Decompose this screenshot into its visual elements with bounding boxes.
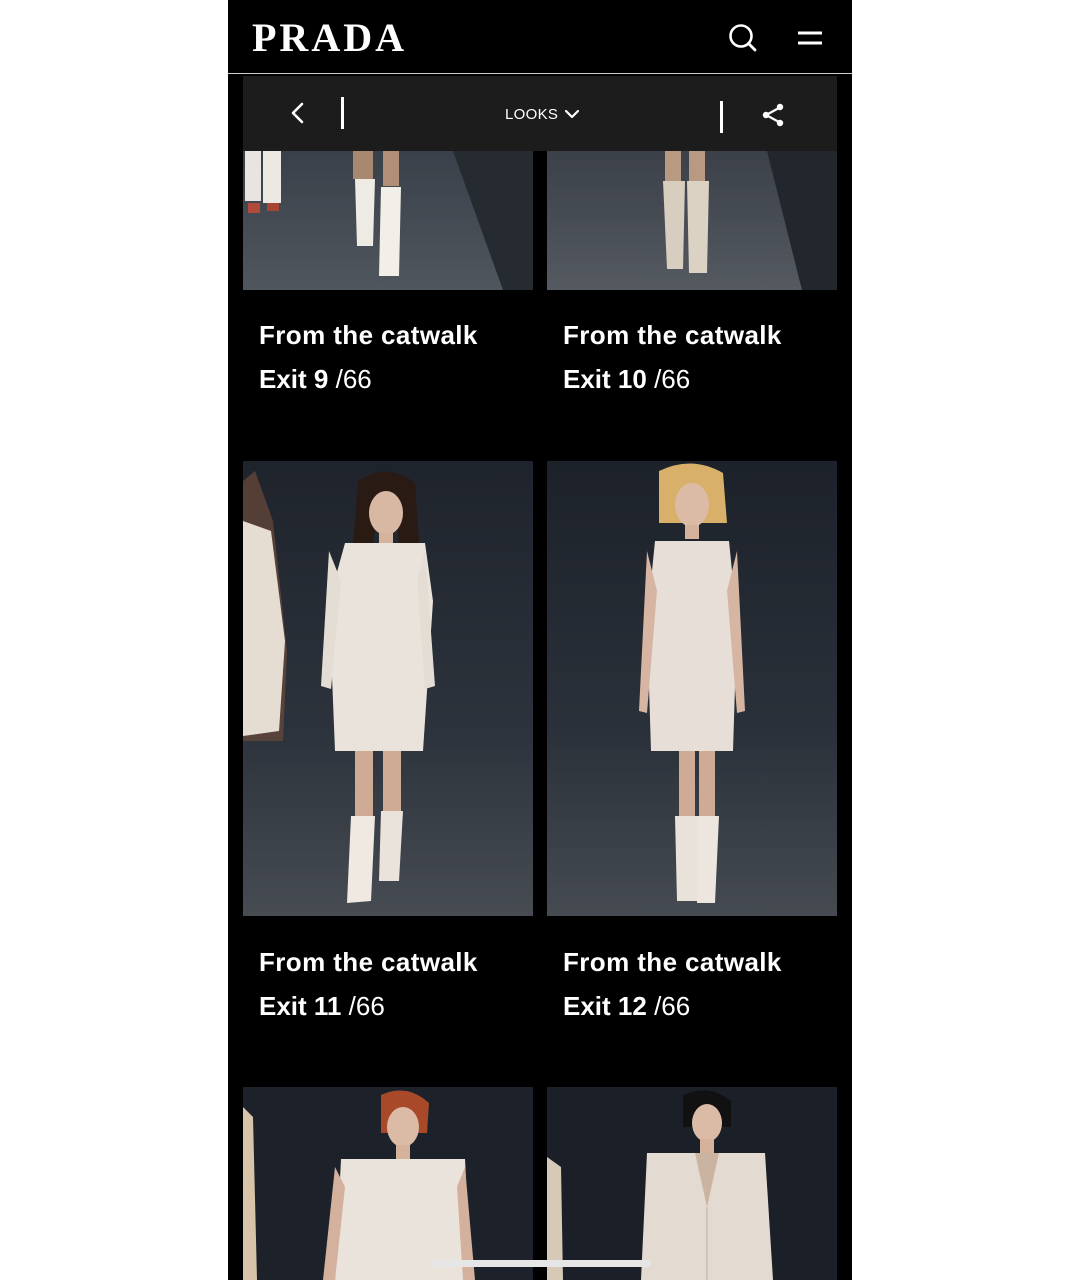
search-button[interactable] [725, 20, 761, 56]
look-title: From the catwalk [563, 320, 782, 350]
prada-logo[interactable]: PRADA [252, 16, 407, 60]
toolbar-divider [720, 101, 723, 133]
share-button[interactable] [758, 100, 788, 130]
back-button[interactable] [283, 98, 313, 128]
look-title: From the catwalk [259, 320, 478, 350]
look-photo[interactable] [547, 461, 837, 916]
search-icon [729, 24, 757, 52]
look-photo-image [547, 151, 837, 290]
look-photo-image [243, 461, 533, 916]
look-exit-number: Exit 9 [259, 364, 329, 394]
top-header: PRADA [228, 0, 852, 74]
app-screen: PRADA From the catwalk Exit 9 /66 From t… [228, 0, 852, 1280]
look-photo[interactable] [243, 461, 533, 916]
look-photo-image [547, 461, 837, 916]
look-total: /66 [335, 364, 372, 394]
look-title: From the catwalk [259, 947, 478, 977]
look-photo[interactable] [547, 151, 837, 290]
look-photo[interactable] [243, 151, 533, 290]
look-total: /66 [348, 991, 385, 1021]
menu-icon [798, 31, 822, 45]
looks-label: LOOKS [505, 105, 559, 123]
look-caption: From the catwalk Exit 10 /66 [563, 313, 782, 401]
chevron-left-icon [291, 102, 304, 124]
look-photo-image [243, 1087, 533, 1280]
share-icon [762, 103, 784, 127]
look-total: /66 [654, 991, 691, 1021]
look-title: From the catwalk [563, 947, 782, 977]
look-photo[interactable] [547, 1087, 837, 1280]
look-photo[interactable] [243, 1087, 533, 1280]
look-caption: From the catwalk Exit 12 /66 [563, 940, 782, 1028]
look-caption: From the catwalk Exit 11 /66 [259, 940, 478, 1028]
look-exit-number: Exit 10 [563, 364, 647, 394]
looks-toolbar: LOOKS [243, 76, 837, 151]
look-photo-image [243, 151, 533, 290]
home-indicator[interactable] [429, 1260, 651, 1267]
look-exit-number: Exit 11 [259, 991, 342, 1021]
menu-button[interactable] [792, 20, 828, 56]
look-photo-image [547, 1087, 837, 1280]
look-total: /66 [654, 364, 691, 394]
looks-dropdown[interactable]: LOOKS [505, 102, 580, 126]
toolbar-divider [341, 97, 344, 129]
look-exit-number: Exit 12 [563, 991, 647, 1021]
look-caption: From the catwalk Exit 9 /66 [259, 313, 478, 401]
chevron-down-icon [565, 109, 580, 119]
